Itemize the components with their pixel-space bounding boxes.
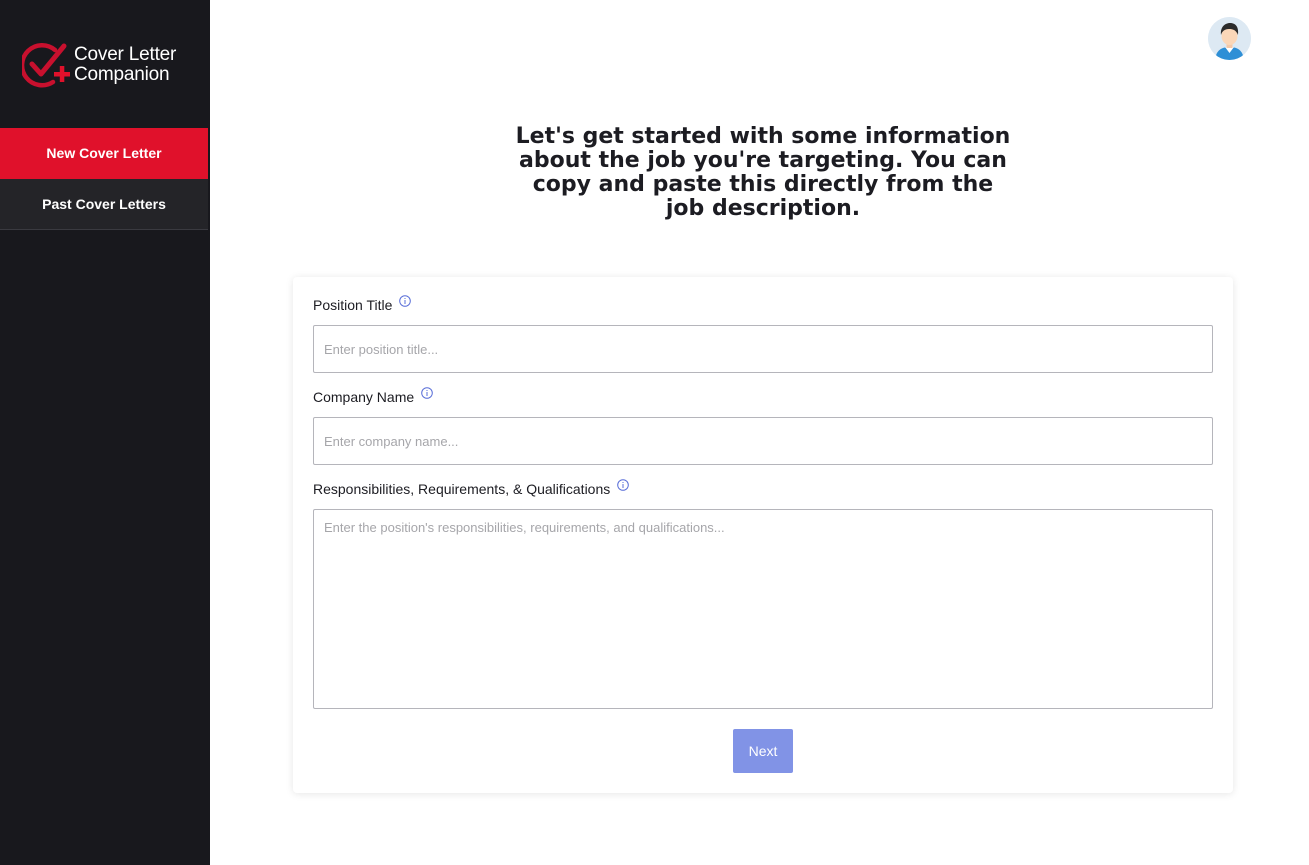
position-title-input[interactable] [313,325,1213,373]
sidebar-nav: New Cover Letter Past Cover Letters [0,128,208,230]
check-plus-logo-icon [22,43,70,88]
responsibilities-label-text: Responsibilities, Requirements, & Qualif… [313,481,611,497]
company-name-input[interactable] [313,417,1213,465]
user-avatar-icon [1208,17,1251,60]
logo-line-2: Companion [74,64,170,85]
company-name-label-text: Company Name [313,389,415,405]
responsibilities-textarea[interactable] [313,509,1213,709]
responsibilities-label: Responsibilities, Requirements, & Qualif… [313,479,630,497]
company-name-label: Company Name [313,387,433,405]
user-avatar[interactable] [1208,17,1251,60]
logo-text: Cover Letter Companion [74,45,176,85]
sidebar: Cover Letter Companion New Cover Letter … [0,0,210,865]
logo-line-1: Cover Letter [74,44,177,65]
info-icon[interactable] [399,295,412,307]
position-title-label-text: Position Title [313,297,393,313]
job-info-form: Position Title Company Name Responsibili… [293,277,1233,793]
position-title-label: Position Title [313,295,412,313]
sidebar-item-past-cover-letters[interactable]: Past Cover Letters [0,179,208,230]
sidebar-item-new-cover-letter[interactable]: New Cover Letter [0,128,208,179]
next-button[interactable]: Next [733,729,793,773]
info-icon[interactable] [421,387,433,399]
app-logo[interactable]: Cover Letter Companion [22,40,192,92]
page-heading: Let's get started with some information … [515,124,1011,221]
info-icon[interactable] [617,479,630,491]
